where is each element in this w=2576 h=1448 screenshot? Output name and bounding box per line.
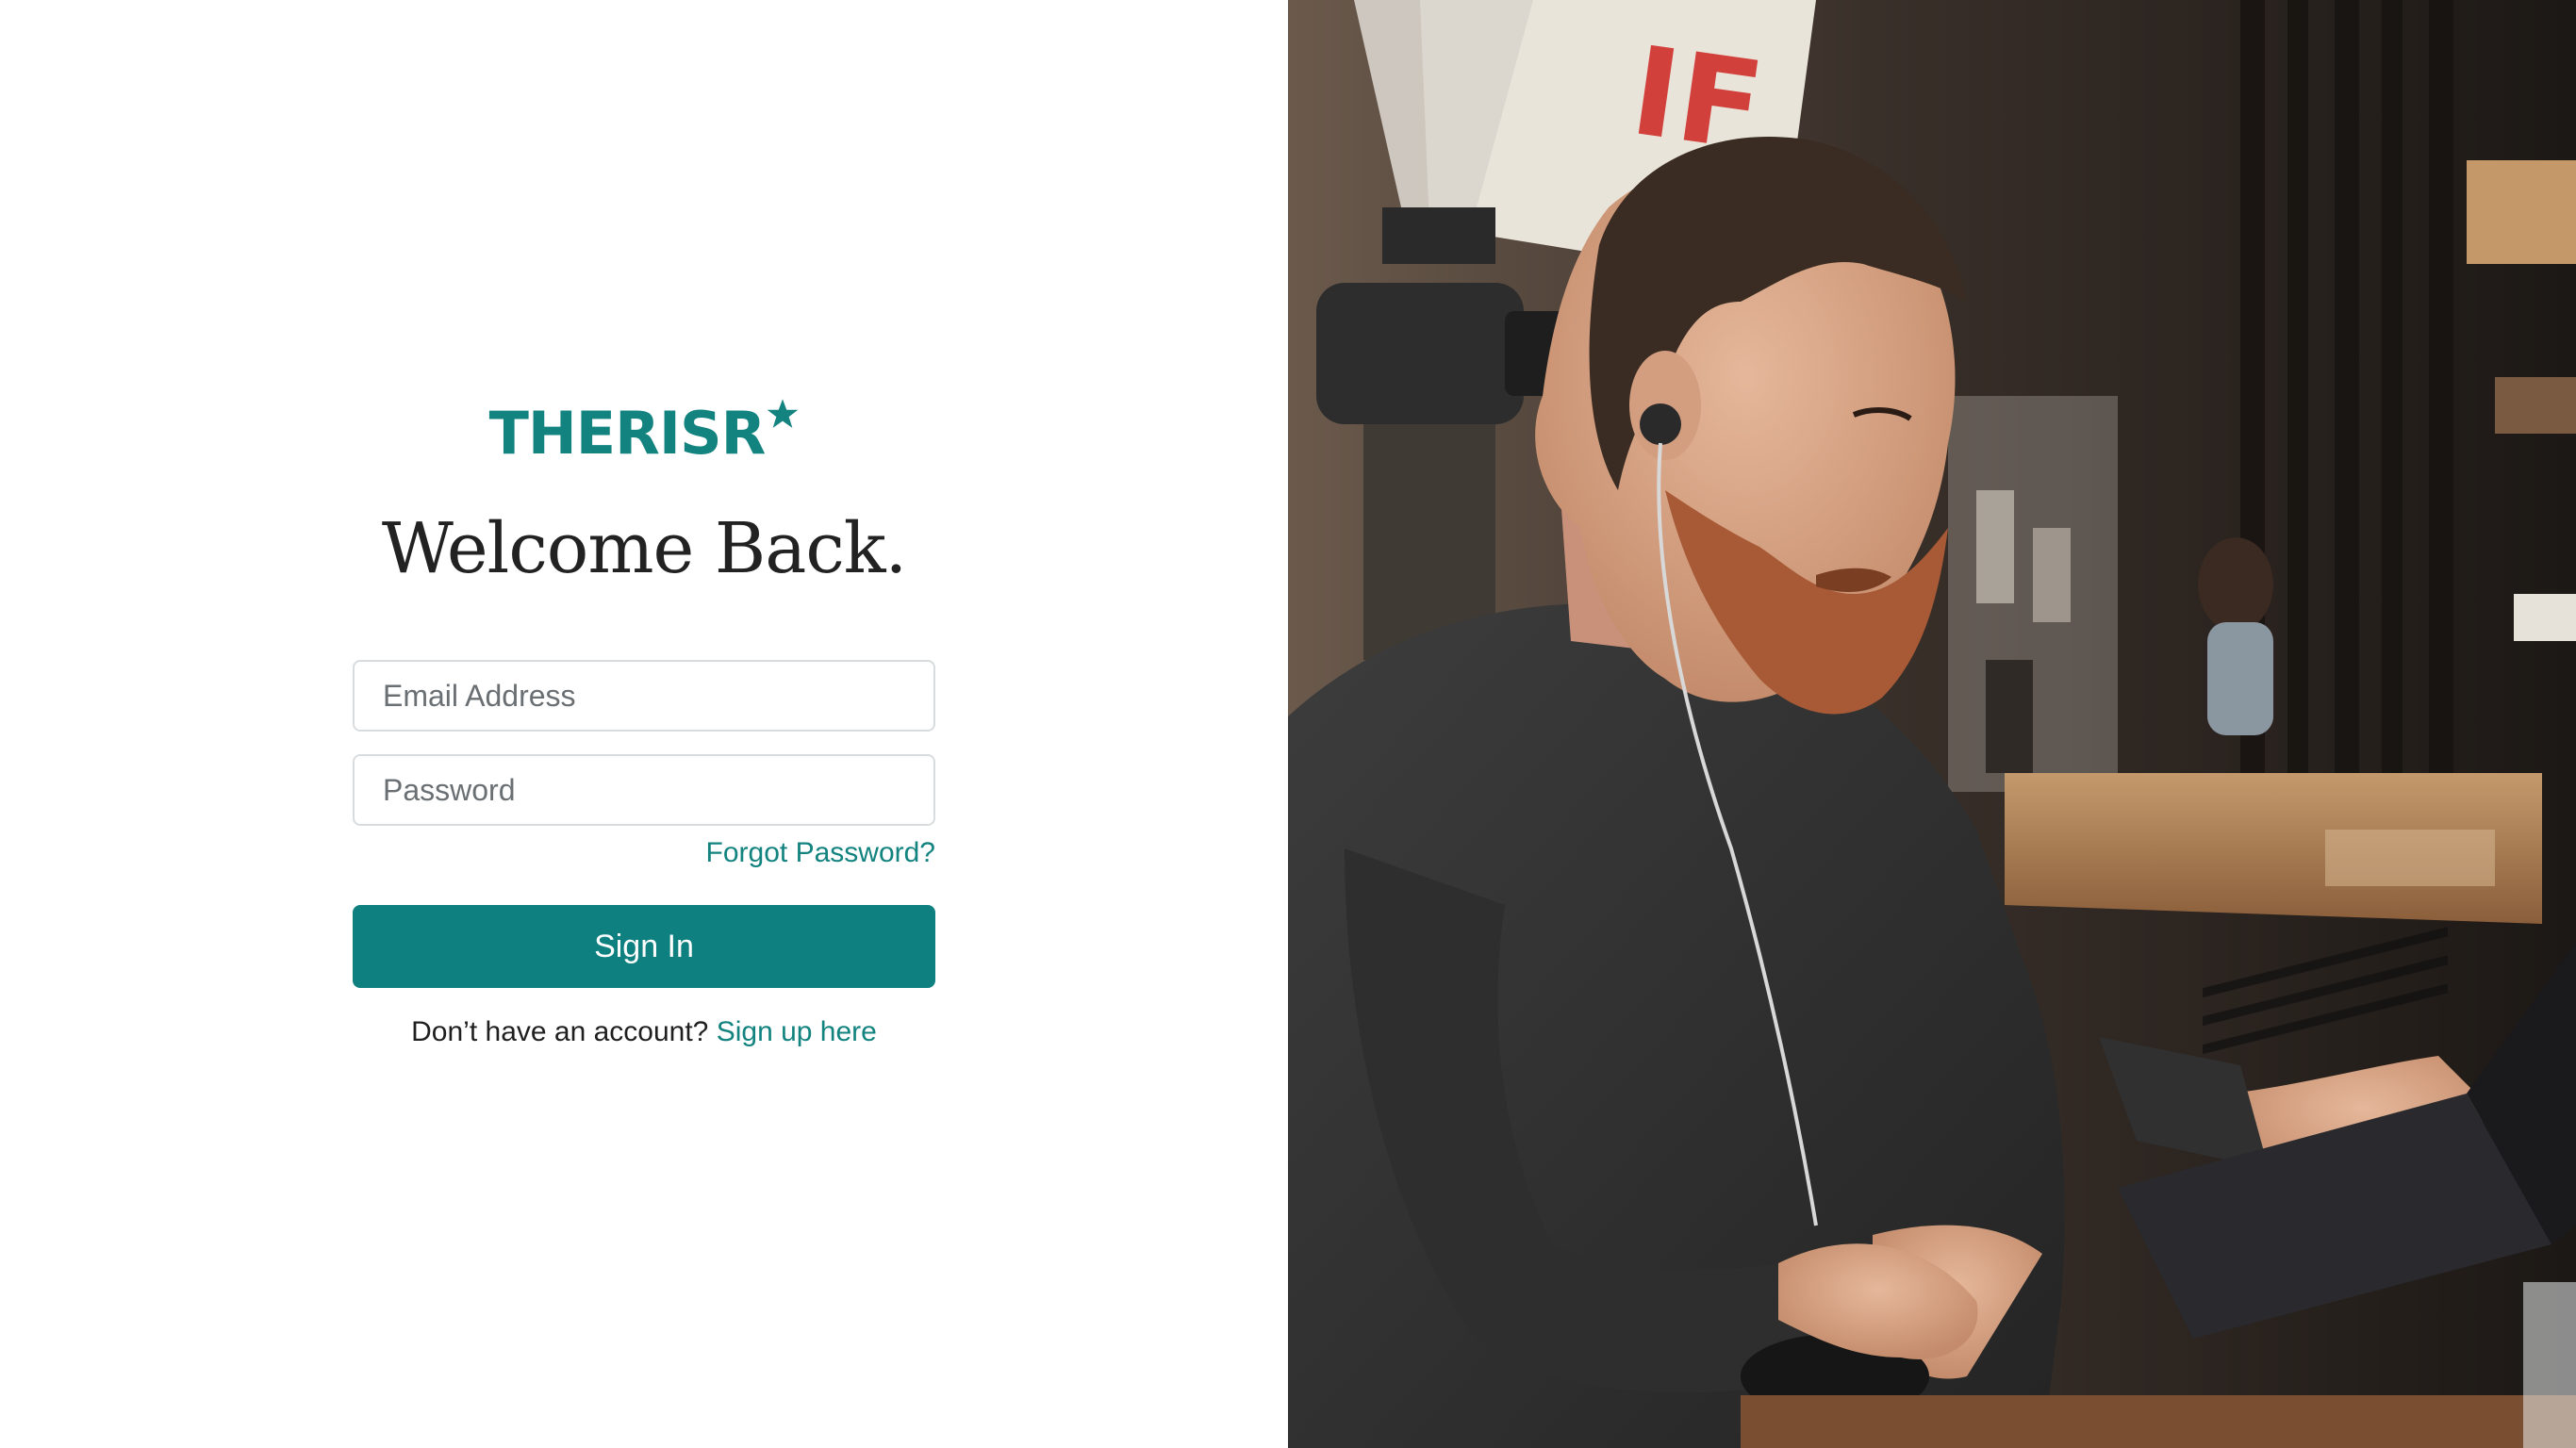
sign-in-button[interactable]: Sign In — [353, 905, 935, 988]
sign-up-link[interactable]: Sign up here — [717, 1016, 877, 1047]
forgot-password-link[interactable]: Forgot Password? — [706, 837, 935, 868]
email-field[interactable] — [353, 660, 935, 732]
brand-logo-text: THERISR — [488, 399, 767, 468]
brand-logo: THERISR — [353, 396, 935, 471]
signup-prompt-row: Don’t have an account? Sign up here — [353, 1016, 935, 1048]
hero-image-panel: IF — [1288, 0, 2576, 1448]
star-icon — [768, 399, 799, 428]
signup-prompt-text: Don’t have an account? — [411, 1016, 709, 1047]
hero-image: IF — [1288, 0, 2576, 1448]
login-form-panel: THERISR Welcome Back. Forgot Password? S… — [0, 0, 1288, 1448]
page-title: Welcome Back. — [381, 508, 907, 589]
forgot-password-row: Forgot Password? — [353, 837, 935, 880]
login-form: THERISR Welcome Back. Forgot Password? S… — [353, 396, 935, 1048]
password-field[interactable] — [353, 754, 935, 826]
login-page: THERISR Welcome Back. Forgot Password? S… — [0, 0, 2576, 1448]
